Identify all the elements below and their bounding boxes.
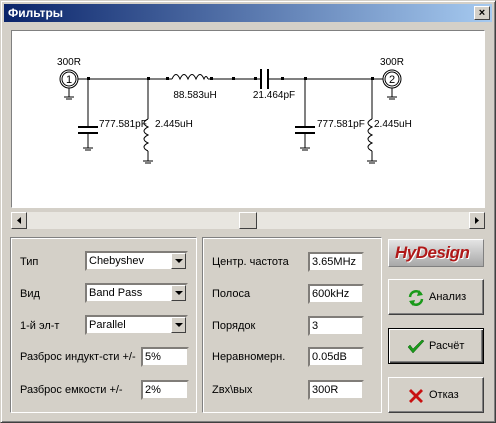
- close-icon[interactable]: ×: [479, 7, 485, 19]
- type-label: Тип: [20, 256, 39, 268]
- dropdown-arrow-icon[interactable]: [171, 317, 186, 333]
- schematic-diagram: 1 300R 2 300R 88.583uH 21.464pF 777.581p…: [57, 57, 412, 164]
- analyze-label: Анализ: [429, 291, 467, 303]
- check-icon[interactable]: [407, 338, 425, 356]
- node-dot: [210, 77, 213, 80]
- bandwidth-label: Полоса: [212, 288, 251, 300]
- scroll-right-icon[interactable]: [470, 213, 484, 228]
- bandwidth-input[interactable]: 600kHz: [308, 284, 364, 304]
- ripple-input[interactable]: 0.05dB: [308, 347, 364, 367]
- node-dot: [232, 77, 235, 80]
- port-1-number: 1: [66, 74, 72, 86]
- order-label: Порядок: [212, 320, 256, 332]
- kind-label: Вид: [20, 288, 40, 300]
- calculate-label: Расчёт: [429, 340, 465, 352]
- port-2-impedance: 300R: [380, 57, 404, 68]
- inductor-tolerance-label: Разброс индукт-сти +/-: [20, 351, 136, 363]
- filter-type-panel: Тип Chebyshev Вид Band Pass 1-й эл-т Par…: [10, 237, 197, 413]
- scroll-left-button[interactable]: [11, 212, 27, 229]
- scroll-right-button[interactable]: [469, 212, 485, 229]
- capacitor-tolerance-input[interactable]: 2%: [141, 380, 189, 400]
- schematic-view: 1 300R 2 300R 88.583uH 21.464pF 777.581p…: [11, 30, 485, 208]
- scroll-thumb[interactable]: [239, 212, 257, 229]
- cancel-x-icon[interactable]: [407, 387, 425, 405]
- capacitor-tolerance-label: Разброс емкости +/-: [20, 384, 123, 396]
- kind-select-value: Band Pass: [89, 287, 143, 299]
- impedance-input[interactable]: 300R: [308, 380, 364, 400]
- schematic-scrollbar[interactable]: [11, 212, 485, 229]
- scroll-left-icon[interactable]: [12, 213, 26, 228]
- type-select[interactable]: Chebyshev: [85, 251, 188, 271]
- cancel-button[interactable]: Отказ: [388, 377, 484, 413]
- first-element-select-value: Parallel: [89, 319, 126, 331]
- kind-select[interactable]: Band Pass: [85, 283, 188, 303]
- center-freq-label: Центр. частота: [212, 256, 289, 268]
- series-inductor-value: 88.583uH: [173, 90, 216, 101]
- node-dot: [281, 77, 284, 80]
- inductor-tolerance-input[interactable]: 5%: [141, 347, 189, 367]
- right-shunt-inductor-value: 2.445uH: [374, 119, 412, 130]
- logo-text: HyDesign: [395, 243, 470, 262]
- filters-window: Фильтры × 1 300R 2 300R 88.583uH 21.464p…: [0, 0, 496, 423]
- analyze-button[interactable]: Анализ: [388, 279, 484, 315]
- calculate-button[interactable]: Расчёт: [388, 328, 484, 364]
- series-capacitor-value: 21.464pF: [253, 90, 295, 101]
- series-capacitor-symbol: [260, 69, 273, 89]
- dropdown-arrow-icon[interactable]: [171, 285, 186, 301]
- close-button[interactable]: ×: [474, 6, 490, 20]
- port-2-number: 2: [389, 74, 395, 86]
- title-bar: Фильтры ×: [4, 4, 492, 22]
- port-1-impedance: 300R: [57, 57, 81, 68]
- type-select-value: Chebyshev: [89, 255, 145, 267]
- hydesign-logo: HyDesign: [388, 239, 484, 267]
- left-shunt-inductor-value: 2.445uH: [155, 119, 193, 130]
- node-dot: [254, 77, 257, 80]
- first-element-label: 1-й эл-т: [20, 320, 60, 332]
- impedance-label: Zвх\вых: [212, 384, 253, 396]
- cancel-label: Отказ: [429, 389, 459, 401]
- left-shunt-inductor-symbol: [143, 79, 153, 164]
- filter-params-panel: Центр. частота 3.65MHz Полоса 600kHz Пор…: [202, 237, 382, 413]
- first-element-select[interactable]: Parallel: [85, 315, 188, 335]
- node-dot: [166, 77, 169, 80]
- series-inductor-symbol: [171, 74, 209, 81]
- center-freq-input[interactable]: 3.65MHz: [308, 252, 364, 272]
- window-title: Фильтры: [8, 6, 64, 20]
- refresh-icon[interactable]: [407, 289, 425, 307]
- left-shunt-capacitor-symbol: [78, 79, 98, 151]
- order-input[interactable]: 3: [308, 316, 364, 336]
- ripple-label: Неравномерн.: [212, 351, 286, 363]
- left-shunt-capacitor-value: 777.581pF: [99, 119, 147, 130]
- dropdown-arrow-icon[interactable]: [171, 253, 186, 269]
- right-shunt-capacitor-symbol: [295, 79, 315, 151]
- right-shunt-capacitor-value: 777.581pF: [317, 119, 365, 130]
